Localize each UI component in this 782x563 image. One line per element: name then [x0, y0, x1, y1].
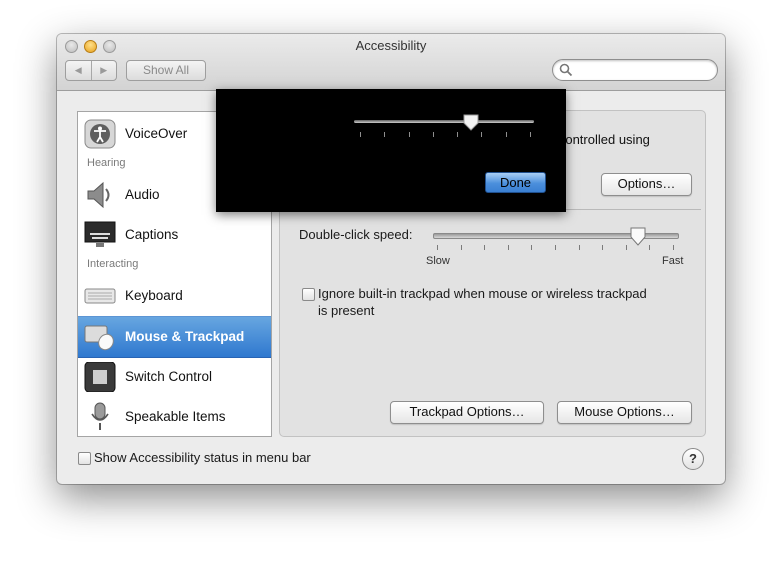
microphone-icon: [91, 402, 109, 430]
status-menu-checkbox[interactable]: [78, 452, 91, 465]
double-click-speed-tick: [649, 245, 651, 250]
sidebar-item-keyboard[interactable]: Keyboard: [78, 276, 271, 316]
double-click-speed-tick: [460, 245, 462, 250]
search-icon: [559, 63, 573, 77]
forward-arrow-icon[interactable]: ▶: [92, 61, 117, 80]
popover-slider-tick: [530, 132, 531, 137]
back-arrow-icon[interactable]: ◀: [66, 61, 92, 80]
sidebar-item-mouse-trackpad[interactable]: Mouse & Trackpad: [78, 316, 271, 358]
sidebar-item-label: Mouse & Trackpad: [125, 329, 245, 344]
slow-label: Slow: [426, 255, 450, 267]
sidebar-item-speakable-items[interactable]: Speakable Items: [78, 397, 271, 436]
double-click-speed-tick: [484, 245, 486, 250]
popover-slider-tick: [360, 132, 361, 137]
help-button[interactable]: ?: [682, 448, 704, 470]
sidebar-item-label: VoiceOver: [125, 126, 188, 141]
popover-slider-track[interactable]: [354, 120, 534, 123]
switch-control-icon: [84, 362, 116, 392]
sidebar-item-label: Switch Control: [125, 369, 213, 384]
popover-slider-tick: [505, 132, 507, 137]
double-click-speed-tick: [578, 245, 580, 250]
captions-icon: [84, 221, 116, 247]
double-click-speed-label: Double-click speed:: [299, 227, 413, 242]
status-menu-label: Show Accessibility status in menu bar: [94, 450, 311, 465]
titlebar: Accessibility ◀ ▶ Show All: [57, 34, 725, 91]
search-field[interactable]: [552, 59, 718, 81]
options-button[interactable]: Options…: [601, 173, 692, 196]
sidebar-item-switch-control[interactable]: Switch Control: [78, 357, 271, 397]
keyboard-icon: [84, 288, 116, 304]
done-button[interactable]: Done: [485, 172, 546, 193]
popover-slider-tick: [432, 132, 434, 137]
double-click-speed-tick: [437, 245, 438, 250]
popover-slider-tick: [481, 132, 483, 137]
sidebar-item-label: Speakable Items: [125, 409, 226, 424]
popover-slider-tick: [408, 132, 410, 137]
voiceover-icon: [84, 119, 116, 149]
mouse-trackpad-icon: [84, 325, 114, 351]
fast-label: Fast: [662, 255, 684, 267]
double-click-speed-tick: [531, 245, 533, 250]
sidebar-item-label: Captions: [125, 227, 179, 242]
trackpad-options-button[interactable]: Trackpad Options…: [390, 401, 544, 424]
mouse-options-button[interactable]: Mouse Options…: [557, 401, 692, 424]
ignore-trackpad-label-line1: Ignore built-in trackpad when mouse or w…: [318, 286, 647, 301]
double-click-speed-tick: [507, 245, 509, 250]
speaker-icon: [87, 181, 110, 209]
double-click-speed-tick: [602, 245, 604, 250]
double-click-speed-tick: [625, 245, 627, 250]
ignore-trackpad-label-line2: is present: [318, 303, 375, 318]
sidebar-header-hearing: Hearing: [87, 157, 126, 169]
sidebar-item-label: Keyboard: [125, 288, 183, 303]
sidebar-item-label: Audio: [125, 187, 160, 202]
double-click-speed-knob[interactable]: [629, 227, 647, 247]
popover-slider-tick: [384, 132, 386, 137]
show-all-button[interactable]: Show All: [126, 60, 206, 81]
popover-slider-knob[interactable]: [463, 114, 479, 132]
back-forward-control: ◀ ▶: [65, 60, 117, 81]
sidebar-item-captions[interactable]: Captions: [78, 215, 271, 255]
sidebar-header-interacting: Interacting: [87, 258, 139, 270]
popover-slider-tick: [457, 132, 459, 137]
ignore-trackpad-checkbox[interactable]: [302, 288, 315, 301]
double-click-speed-tick: [673, 245, 674, 250]
window-title: Accessibility: [355, 38, 427, 53]
speed-popover: Done: [216, 89, 566, 212]
double-click-speed-tick: [555, 245, 556, 250]
